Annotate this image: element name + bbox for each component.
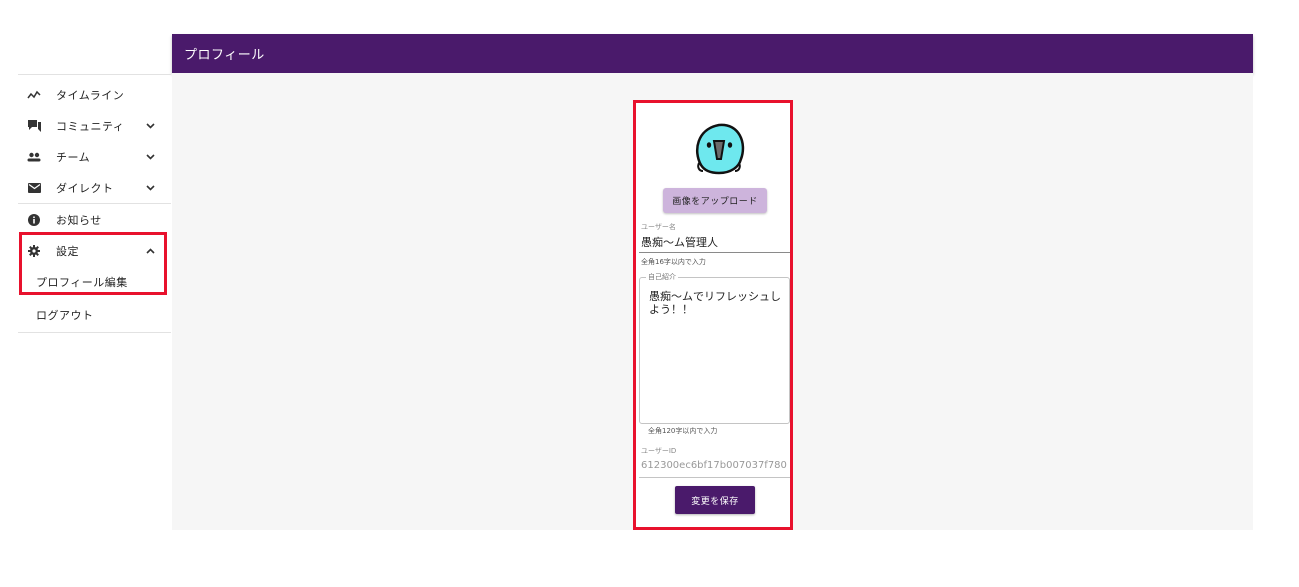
username-label: ユーザー名 [641, 223, 676, 231]
chevron-up-icon[interactable] [143, 244, 157, 258]
forum-icon [26, 118, 42, 134]
userid-underline [639, 477, 790, 478]
timeline-icon [26, 87, 42, 103]
sidebar-item-settings[interactable]: 設定 [18, 235, 171, 266]
sidebar-item-label: ダイレクト [56, 181, 114, 195]
username-helper-text: 全角16字以内で入力 [641, 258, 706, 266]
sidebar-item-label: チーム [56, 150, 91, 164]
sidebar-subitem-label: プロフィール編集 [36, 275, 128, 289]
sidebar-item-label: タイムライン [56, 88, 125, 102]
app-bar: プロフィール [172, 34, 1253, 73]
sidebar: タイムライン コミュニティ チーム ダイレクト お知らせ 設定 プロフィール編集… [18, 74, 171, 333]
sidebar-item-logout[interactable]: ログアウト [18, 299, 171, 330]
userid-label: ユーザーID [641, 447, 677, 455]
bio-helper-text: 全角120字以内で入力 [648, 427, 718, 435]
sidebar-item-label: お知らせ [56, 213, 102, 227]
sidebar-item-label: 設定 [56, 244, 79, 258]
sidebar-item-label: ログアウト [36, 308, 94, 322]
group-icon [26, 149, 42, 165]
chevron-down-icon[interactable] [143, 150, 157, 164]
username-field[interactable]: 愚痴〜ム管理人 [641, 234, 718, 250]
sidebar-item-community[interactable]: コミュニティ [18, 110, 171, 141]
upload-image-button[interactable]: 画像をアップロード [663, 188, 767, 213]
save-button[interactable]: 変更を保存 [675, 486, 755, 514]
sidebar-item-direct[interactable]: ダイレクト [18, 172, 171, 203]
sidebar-item-team[interactable]: チーム [18, 141, 171, 172]
sidebar-item-label: コミュニティ [56, 119, 125, 133]
info-icon [26, 212, 42, 228]
profile-edit-card: 画像をアップロード ユーザー名 愚痴〜ム管理人 全角16字以内で入力 自己紹介 … [633, 100, 793, 530]
username-underline [639, 252, 790, 253]
bio-label: 自己紹介 [646, 272, 678, 282]
userid-field: 612300ec6bf17b007037f780 [641, 460, 787, 471]
chevron-down-icon[interactable] [143, 181, 157, 195]
divider [18, 332, 171, 333]
mail-icon [26, 180, 42, 196]
avatar[interactable] [687, 115, 751, 179]
bio-text[interactable]: 愚痴〜ムでリフレッシュしよう！！ [649, 290, 785, 316]
page-title: プロフィール [184, 48, 265, 63]
parakeet-avatar-icon [696, 123, 745, 175]
chevron-down-icon[interactable] [143, 119, 157, 133]
bio-field[interactable]: 自己紹介 愚痴〜ムでリフレッシュしよう！！ [639, 272, 790, 424]
sidebar-item-notice[interactable]: お知らせ [18, 204, 171, 235]
gear-icon [26, 243, 42, 259]
sidebar-item-timeline[interactable]: タイムライン [18, 79, 171, 110]
sidebar-subitem-profile-edit[interactable]: プロフィール編集 [18, 266, 171, 297]
